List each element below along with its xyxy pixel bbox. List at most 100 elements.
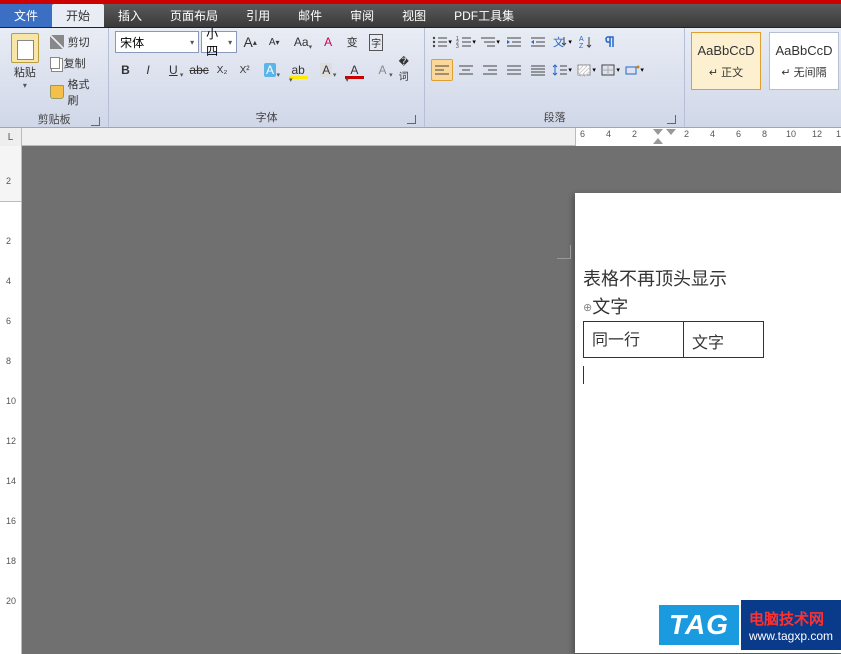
superscript-button[interactable]: X² [234, 59, 255, 81]
italic-button[interactable]: I [138, 59, 159, 81]
menu-insert[interactable]: 插入 [104, 4, 156, 27]
sort-button[interactable]: AZ [575, 31, 597, 53]
svg-text:1: 1 [456, 36, 459, 42]
text-effect-button[interactable]: A [257, 59, 283, 81]
ruler-vertical[interactable]: 2 2 4 6 8 10 12 14 16 18 20 [0, 146, 22, 654]
style-nospace[interactable]: AaBbCcD ↵ 无间隔 [769, 32, 839, 90]
font-color-button[interactable]: A [341, 59, 367, 81]
font-name-select[interactable]: 宋体 ▾ [115, 31, 199, 53]
doc-text[interactable]: 表格不再顶头显示 [583, 265, 841, 291]
style-normal[interactable]: AaBbCcD ↵ 正文 [691, 32, 761, 90]
char-scale-button[interactable]: A [369, 59, 395, 81]
font-size-value: 小四 [206, 25, 228, 59]
char-border-button[interactable]: �词 [398, 59, 419, 81]
style-preview: AaBbCcD [775, 43, 832, 58]
menu-home[interactable]: 开始 [52, 4, 104, 27]
font-name-value: 宋体 [120, 34, 144, 51]
underline-button[interactable]: U [160, 59, 186, 81]
paste-button[interactable]: 粘贴 ▾ [6, 31, 44, 109]
doc-table[interactable]: 同一行 文字 [583, 321, 764, 358]
paste-icon [11, 33, 39, 63]
table-cell[interactable]: 同一行 [584, 322, 684, 358]
font-group-label: 字体 [115, 107, 418, 127]
document-canvas: 表格不再顶头显示 ⊕文字 同一行 文字 TAG 电脑技术网 www.tagxp.… [22, 146, 841, 654]
banner-title: 电脑技术网 [749, 608, 833, 629]
align-justify-button[interactable] [503, 59, 525, 81]
shading-button[interactable]: A [313, 59, 339, 81]
paragraph-group-label: 段落 [431, 107, 678, 127]
cut-label: 剪切 [68, 34, 90, 50]
borders-button[interactable]: ▾ [599, 59, 621, 81]
align-left-button[interactable] [431, 59, 453, 81]
enclose-char-button[interactable]: 字 [365, 31, 387, 53]
text-direction-button[interactable]: 文▾ [551, 31, 573, 53]
strike-button[interactable]: abc [188, 59, 209, 81]
style-name: ↵ 正文 [709, 64, 743, 80]
chevron-down-icon: ▾ [23, 81, 27, 90]
clear-format-button[interactable]: A [317, 31, 339, 53]
numbering-button[interactable]: 123▾ [455, 31, 477, 53]
chevron-down-icon: ▾ [190, 38, 194, 47]
table-anchor-icon[interactable]: ⊕ [583, 302, 592, 314]
svg-text:Z: Z [579, 43, 584, 49]
cut-button[interactable]: 剪切 [48, 33, 103, 51]
ruler-h-content: 6 4 2 2 4 6 8 10 12 14 [575, 128, 841, 146]
menu-file[interactable]: 文件 [0, 4, 52, 27]
paste-label: 粘贴 [14, 64, 36, 80]
menu-references[interactable]: 引用 [232, 4, 284, 27]
indent-dec-button[interactable] [503, 31, 525, 53]
menu-view[interactable]: 视图 [388, 4, 440, 27]
tabs-button[interactable]: ▾ [623, 59, 645, 81]
table-cell[interactable]: 文字 [684, 322, 764, 358]
group-paragraph: ▾ 123▾ ▾ 文▾ AZ ▾ ▾ ▾ ▾ 段落 [425, 28, 685, 127]
group-clipboard: 粘贴 ▾ 剪切 复制 格式刷 剪贴板 [0, 28, 109, 127]
subscript-button[interactable]: X₂ [212, 59, 233, 81]
style-preview: AaBbCcD [697, 43, 754, 58]
highlight-button[interactable]: ab [285, 59, 311, 81]
line-spacing-button[interactable]: ▾ [551, 59, 573, 81]
para-shading-button[interactable]: ▾ [575, 59, 597, 81]
clipboard-group-label: 剪贴板 [6, 109, 102, 129]
copy-button[interactable]: 复制 [48, 54, 103, 72]
scissors-icon [50, 35, 64, 49]
text-cursor-icon [583, 366, 584, 384]
svg-text:2: 2 [456, 40, 459, 46]
ruler-area: L 6 4 2 2 4 6 8 10 12 14 2 2 4 6 8 10 12… [0, 128, 841, 654]
shrink-font-button[interactable]: A▾ [263, 31, 285, 53]
menu-review[interactable]: 审阅 [336, 4, 388, 27]
copy-label: 复制 [64, 55, 86, 71]
align-distribute-button[interactable] [527, 59, 549, 81]
menu-bar: 文件 开始 插入 页面布局 引用 邮件 审阅 视图 PDF工具集 [0, 4, 841, 28]
document-page[interactable]: 表格不再顶头显示 ⊕文字 同一行 文字 [575, 193, 841, 653]
pinyin-button[interactable]: 变 [341, 31, 363, 53]
indent-inc-button[interactable] [527, 31, 549, 53]
tab-selector[interactable]: L [0, 128, 22, 146]
multilevel-button[interactable]: ▾ [479, 31, 501, 53]
group-font: 宋体▾ 小四▾ A▴ A▾ Aa A 变 字 B I U abc X₂ X² A… [109, 28, 425, 127]
bold-button[interactable]: B [115, 59, 136, 81]
menu-pdf[interactable]: PDF工具集 [440, 4, 528, 27]
group-styles: AaBbCcD ↵ 正文 AaBbCcD ↵ 无间隔 [685, 28, 841, 127]
align-center-button[interactable] [455, 59, 477, 81]
banner-logo: TAG [657, 603, 741, 647]
banner-url: www.tagxp.com [749, 629, 833, 643]
format-painter-button[interactable]: 格式刷 [48, 75, 103, 109]
menu-mail[interactable]: 邮件 [284, 4, 336, 27]
brush-icon [50, 85, 64, 99]
menu-layout[interactable]: 页面布局 [156, 4, 232, 27]
align-right-button[interactable] [479, 59, 501, 81]
svg-text:文: 文 [553, 35, 564, 49]
ruler-horizontal[interactable]: L 6 4 2 2 4 6 8 10 12 14 [0, 128, 841, 146]
doc-text[interactable]: ⊕文字 [583, 293, 841, 319]
bullets-button[interactable]: ▾ [431, 31, 453, 53]
format-painter-label: 格式刷 [68, 76, 101, 108]
grow-font-button[interactable]: A▴ [239, 31, 261, 53]
font-size-select[interactable]: 小四▾ [201, 31, 237, 53]
show-marks-button[interactable] [599, 31, 621, 53]
indent-marker-icon[interactable] [666, 129, 676, 135]
indent-marker-icon[interactable] [653, 138, 663, 144]
indent-marker-icon[interactable] [653, 129, 663, 135]
chevron-down-icon: ▾ [228, 38, 232, 47]
change-case-button[interactable]: Aa [287, 31, 315, 53]
table-row: 同一行 文字 [584, 322, 764, 358]
